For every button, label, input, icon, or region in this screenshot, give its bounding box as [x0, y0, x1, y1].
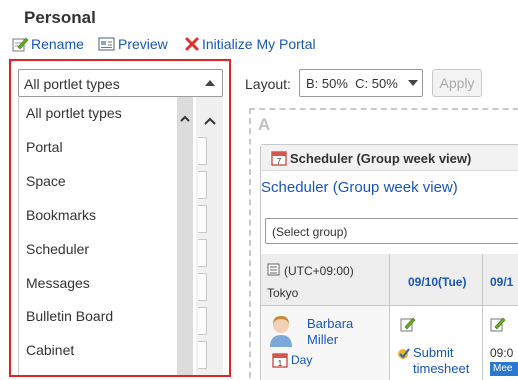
- preview-button[interactable]: Preview: [98, 36, 168, 52]
- portlet-list-scrollbar[interactable]: [196, 97, 223, 375]
- layout-select[interactable]: B: 50% C: 50%: [299, 69, 423, 97]
- portlet-header-title: Scheduler (Group week view): [290, 151, 472, 166]
- list-item-edge: [198, 137, 207, 165]
- svg-text:7: 7: [277, 157, 282, 166]
- dropdown-option[interactable]: Scheduler: [26, 241, 89, 257]
- user-last-name: Miller: [307, 332, 339, 347]
- portlet-type-selected: All portlet types: [24, 76, 120, 92]
- portlet-type-dropdown-list: All portlet types Portal Space Bookmarks…: [18, 97, 176, 375]
- avatar: [270, 316, 292, 347]
- rename-button[interactable]: Rename: [12, 36, 84, 52]
- event-line-1: Submit: [413, 345, 454, 360]
- dropdown-option[interactable]: Space: [26, 173, 66, 189]
- preview-icon: [98, 37, 115, 51]
- preview-label: Preview: [118, 36, 168, 52]
- chevron-down-icon: [408, 80, 418, 86]
- dropdown-option[interactable]: Bulletin Board: [26, 308, 113, 324]
- dropdown-scrollbar[interactable]: [177, 97, 193, 375]
- calendar-icon: 7: [271, 151, 287, 166]
- rename-icon: [12, 37, 29, 52]
- user-first-name: Barbara: [307, 316, 354, 331]
- list-item-edge: [198, 239, 207, 267]
- date-link[interactable]: 09/10(Tue): [408, 275, 466, 289]
- event-line-2: timesheet: [413, 361, 470, 376]
- scroll-up-icon[interactable]: [204, 116, 216, 126]
- apply-button[interactable]: Apply: [432, 69, 482, 97]
- zone-label: A: [258, 115, 271, 134]
- svg-text:1: 1: [278, 359, 283, 368]
- user-name-link[interactable]: Barbara Miller: [307, 316, 353, 348]
- page-title: Personal: [24, 8, 96, 27]
- day-view-link[interactable]: Day: [291, 353, 312, 367]
- close-x-icon: [185, 37, 199, 51]
- dropdown-option[interactable]: Messages: [26, 275, 90, 291]
- timezone-city: Tokyo: [267, 286, 299, 300]
- add-appointment-icon[interactable]: [400, 316, 416, 332]
- layout-value: B: 50% C: 50%: [306, 76, 398, 91]
- group-select[interactable]: (Select group): [265, 218, 518, 244]
- timezone-text: (UTC+09:00): [284, 264, 354, 278]
- initialize-portal-label: Initialize My Portal: [202, 36, 316, 52]
- event-time: 09:0: [490, 346, 514, 360]
- dropdown-option[interactable]: Bookmarks: [26, 207, 96, 223]
- group-select-value: (Select group): [272, 225, 348, 239]
- add-appointment-icon[interactable]: [490, 316, 506, 332]
- rename-label: Rename: [31, 36, 84, 52]
- timezone-icon: [267, 263, 280, 276]
- list-item-edge: [198, 307, 207, 335]
- list-item-edge: [198, 273, 207, 301]
- list-item-edge: [198, 171, 207, 199]
- list-item-edge: [198, 205, 207, 233]
- dropdown-option[interactable]: Cabinet: [26, 342, 74, 358]
- calendar-day-icon: 1: [272, 353, 288, 368]
- initialize-portal-button[interactable]: Initialize My Portal: [184, 36, 316, 52]
- date-link[interactable]: 09/1: [490, 275, 513, 289]
- list-item-edge: [198, 341, 207, 369]
- todo-check-icon: [398, 348, 410, 359]
- portlet-type-select[interactable]: All portlet types: [18, 69, 223, 97]
- dropdown-option[interactable]: All portlet types: [26, 105, 122, 121]
- event-badge[interactable]: Mee: [490, 362, 518, 376]
- chevron-up-icon: [205, 80, 215, 86]
- portlet-title-link[interactable]: Scheduler (Group week view): [261, 179, 458, 196]
- event-link[interactable]: Submit timesheet: [413, 345, 469, 377]
- layout-label: Layout:: [245, 76, 291, 92]
- scroll-up-icon[interactable]: [180, 114, 190, 124]
- dropdown-option[interactable]: Portal: [26, 139, 63, 155]
